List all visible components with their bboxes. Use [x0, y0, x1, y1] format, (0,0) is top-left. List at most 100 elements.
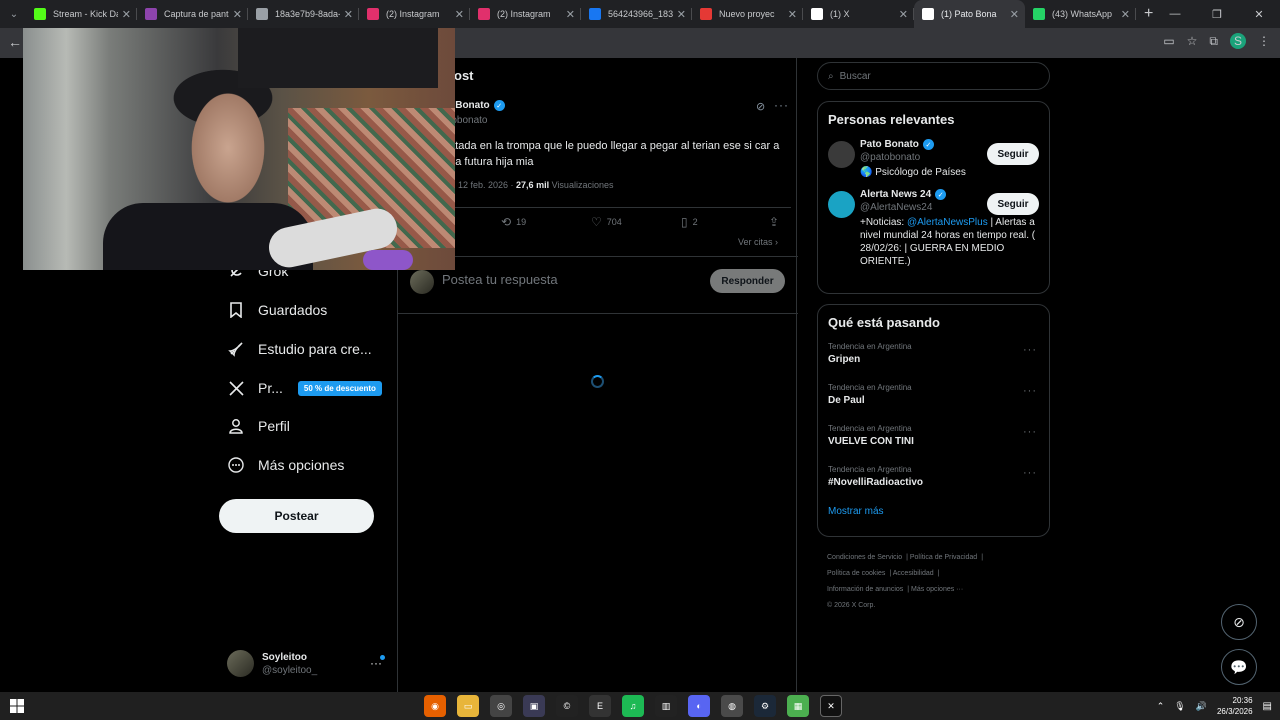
x-app-icon[interactable]: ✕: [820, 695, 842, 717]
discord-icon[interactable]: ◐: [688, 695, 710, 717]
cc-icon[interactable]: ©: [556, 695, 578, 717]
tweet-more-icon[interactable]: ···: [774, 98, 789, 112]
trend-item[interactable]: Tendencia en Argentina Gripen ···: [818, 338, 1049, 379]
nav-item-more-options[interactable]: Más opciones: [226, 451, 344, 479]
browser-tab[interactable]: (43) WhatsApp ✕: [1025, 0, 1136, 28]
tab-close-icon[interactable]: ✕: [122, 8, 131, 21]
toolbar-icons: ▭ ☆ ⧉ S ⋮: [1163, 33, 1280, 49]
follow-button[interactable]: Seguir: [987, 143, 1039, 165]
bio-link[interactable]: @AlertaNewsPlus: [907, 217, 988, 228]
heart-icon: ♡: [591, 215, 602, 229]
trend-more-icon[interactable]: ···: [1023, 344, 1037, 356]
account-switcher[interactable]: Soyleitoo @soyleitoo_: [227, 650, 317, 677]
retweet-button[interactable]: ⟲ 19: [501, 215, 526, 229]
game-icon[interactable]: ▣: [523, 695, 545, 717]
share-button[interactable]: ⇪: [769, 215, 779, 229]
follow-button[interactable]: Seguir: [987, 193, 1039, 215]
tab-close-icon[interactable]: ✕: [899, 8, 908, 21]
footer-cookies-link[interactable]: Política de cookies: [827, 570, 885, 577]
minimize-icon[interactable]: —: [1154, 0, 1196, 28]
tab-close-icon[interactable]: ✕: [1121, 8, 1130, 21]
tab-favicon-icon: [256, 8, 268, 20]
volume-icon[interactable]: 🔊: [1196, 701, 1207, 712]
tab-close-icon[interactable]: ✕: [566, 8, 575, 21]
footer-more-link[interactable]: Más opciones ···: [911, 586, 963, 593]
spotify-icon[interactable]: ♫: [622, 695, 644, 717]
cast-icon[interactable]: ▭: [1163, 34, 1174, 48]
browser-tab[interactable]: (1) Pato Bona ✕: [914, 0, 1025, 28]
extensions-icon[interactable]: ⧉: [1209, 34, 1218, 49]
browser-tab[interactable]: (2) Instagram ✕: [470, 0, 581, 28]
new-tab-icon[interactable]: +: [1144, 5, 1153, 23]
back-arrow-icon[interactable]: ←: [8, 34, 22, 50]
clock[interactable]: 20:36 26/3/2026: [1217, 695, 1253, 717]
view-quotes-link[interactable]: Ver citas ›: [738, 237, 778, 247]
tweet-date[interactable]: 12 feb. 2026: [458, 180, 508, 190]
footer-tos-link[interactable]: Condiciones de Servicio: [827, 554, 902, 561]
browser-tab[interactable]: (1) X ✕: [803, 0, 914, 28]
messages-fab-button[interactable]: 💬: [1221, 649, 1257, 685]
trend-context: Tendencia en Argentina: [828, 342, 912, 351]
browser-menu-icon[interactable]: ⋮: [1258, 34, 1270, 48]
steam-icon[interactable]: ⚙: [754, 695, 776, 717]
audio-mixer-icon[interactable]: ▥: [655, 695, 677, 717]
windows-start-icon[interactable]: [0, 699, 34, 713]
post-button[interactable]: Postear: [219, 499, 374, 533]
reply-input[interactable]: Postea tu respuesta: [442, 272, 558, 287]
browser-tab[interactable]: 564243966_1831 ✕: [581, 0, 692, 28]
trend-more-icon[interactable]: ···: [1023, 467, 1037, 479]
grok-fab-button[interactable]: ⊘: [1221, 604, 1257, 640]
trend-more-icon[interactable]: ···: [1023, 426, 1037, 438]
reply-button[interactable]: Responder: [710, 269, 785, 293]
browser-tab[interactable]: Captura de panta ✕: [137, 0, 248, 28]
person-card[interactable]: Pato Bonato ✓ @patobonato 🌎 Psicólogo de …: [818, 135, 1049, 185]
obs-icon[interactable]: ◎: [490, 695, 512, 717]
browser-tab[interactable]: Nuevo proyec ✕: [692, 0, 803, 28]
person-card[interactable]: Alerta News 24 ✓ @AlertaNews24 +Noticias:…: [818, 185, 1049, 274]
minecraft-icon[interactable]: ▦: [787, 695, 809, 717]
tab-close-icon[interactable]: ✕: [344, 8, 353, 21]
notifications-icon[interactable]: ▤: [1263, 701, 1272, 712]
tray-chevron-icon[interactable]: ⌃: [1157, 701, 1165, 712]
footer-ads-link[interactable]: Información de anuncios: [827, 586, 903, 593]
views-label: Visualizaciones: [551, 180, 614, 190]
browser-tab[interactable]: 18a3e7b9-8ada-4 ✕: [248, 0, 359, 28]
restore-icon[interactable]: ❐: [1196, 0, 1238, 28]
trend-more-icon[interactable]: ···: [1023, 385, 1037, 397]
grok-explain-icon[interactable]: ⊘: [756, 100, 765, 113]
close-window-icon[interactable]: ✕: [1238, 0, 1280, 28]
epic-games-icon[interactable]: E: [589, 695, 611, 717]
star-icon[interactable]: ☆: [1187, 34, 1198, 48]
tab-close-icon[interactable]: ✕: [677, 8, 686, 21]
trend-item[interactable]: Tendencia en Argentina De Paul ···: [818, 379, 1049, 420]
browser-tab[interactable]: Stream - Kick Das ✕: [26, 0, 137, 28]
tab-close-icon[interactable]: ✕: [455, 8, 464, 21]
show-more-link[interactable]: Mostrar más: [818, 502, 1049, 529]
profile-avatar[interactable]: S: [1230, 33, 1246, 49]
file-explorer-icon[interactable]: ▭: [457, 695, 479, 717]
bookmark-button[interactable]: ▯ 2: [681, 215, 698, 229]
tab-close-icon[interactable]: ✕: [1010, 8, 1019, 21]
microphone-tray-icon[interactable]: 🎙: [1174, 701, 1185, 712]
trend-name: #NovelliRadioactivo: [828, 477, 924, 488]
trend-name: Gripen: [828, 354, 861, 365]
like-button[interactable]: ♡ 704: [591, 215, 622, 229]
nav-item-studio[interactable]: Estudio para cre...: [226, 335, 372, 363]
nav-item-premium[interactable]: Pr... 50 % de descuento: [226, 374, 382, 402]
nav-label: Estudio para cre...: [258, 341, 372, 357]
footer-accessibility-link[interactable]: Accesibilidad: [893, 570, 934, 577]
browser-tab[interactable]: (2) Instagram ✕: [359, 0, 470, 28]
tab-search-icon[interactable]: ⌄: [2, 4, 26, 24]
footer-privacy-link[interactable]: Política de Privacidad: [910, 554, 977, 561]
chrome-icon[interactable]: ◍: [721, 695, 743, 717]
tab-close-icon[interactable]: ✕: [233, 8, 242, 21]
nav-item-guardados[interactable]: Guardados: [226, 296, 327, 324]
windows-taskbar: ◉ ▭ ◎ ▣ © E ♫ ▥ ◐ ◍ ⚙ ▦ ✕ ⌃ 🎙 🔊 20:36 26…: [0, 692, 1280, 720]
tab-close-icon[interactable]: ✕: [788, 8, 797, 21]
firefox-icon[interactable]: ◉: [424, 695, 446, 717]
search-input[interactable]: ⌕ Buscar: [817, 62, 1050, 90]
trend-item[interactable]: Tendencia en Argentina #NovelliRadioacti…: [818, 461, 1049, 502]
tab-favicon-icon: [811, 8, 823, 20]
trend-item[interactable]: Tendencia en Argentina VUELVE CON TINI ·…: [818, 420, 1049, 461]
nav-item-perfil[interactable]: Perfil: [226, 412, 290, 440]
